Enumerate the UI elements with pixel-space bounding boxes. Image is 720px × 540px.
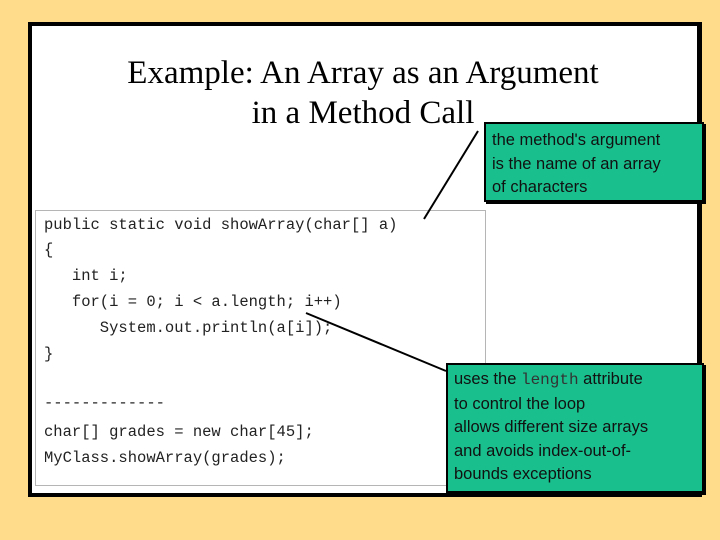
callout-argument-line: is the name of an array <box>492 154 661 173</box>
code-line: char[] grades = new char[45]; <box>44 423 314 441</box>
callout-argument-line: the method's argument <box>492 131 661 149</box>
callout-length-line: and avoids index-out-of- <box>454 441 632 460</box>
callout-argument: the method's argument is the name of an … <box>484 122 704 202</box>
code-listing: public static void showArray(char[] a) {… <box>35 210 486 486</box>
title-line-1: Example: An Array as an Argument <box>127 55 599 91</box>
callout-length: uses the length attribute to control the… <box>446 363 704 493</box>
callout-length-line: to control the loop <box>454 394 586 413</box>
callout-argument-line: of characters <box>492 178 588 196</box>
slide-title: Example: An Array as an Argument in a Me… <box>28 53 698 133</box>
code-line: } <box>44 345 54 363</box>
code-line: MyClass.showArray(grades); <box>44 449 286 467</box>
callout-length-code-word: length <box>520 371 579 389</box>
code-separator: ------------- <box>44 394 165 412</box>
callout-length-suffix: attribute <box>578 370 643 388</box>
callout-length-line: allows different size arrays <box>454 418 649 436</box>
callout-length-line: bounds exceptions <box>454 465 592 483</box>
code-line: public static void showArray(char[] a) <box>44 216 398 234</box>
code-line: for(i = 0; i < a.length; i++) <box>44 293 342 311</box>
callout-length-first-line: uses the length attribute <box>454 368 702 393</box>
code-line: System.out.println(a[i]); <box>44 319 333 337</box>
code-line: int i; <box>44 267 128 285</box>
code-line: { <box>44 241 54 259</box>
callout-length-prefix: uses the <box>454 370 521 388</box>
